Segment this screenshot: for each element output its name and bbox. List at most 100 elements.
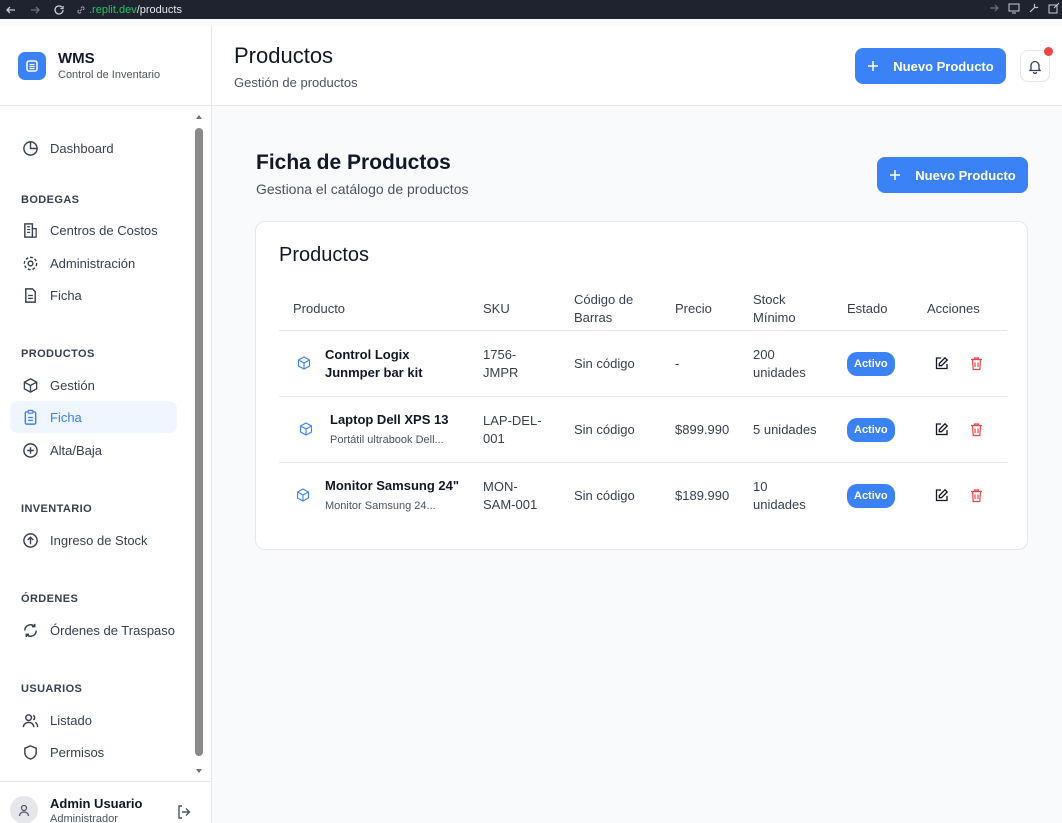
package-icon — [23, 377, 38, 393]
brand-subtitle: Control de Inventario — [58, 69, 161, 81]
url-host: .replit.dev — [89, 3, 137, 16]
min-stock-cell: 200 unidades — [753, 347, 806, 380]
forward-icon[interactable] — [28, 3, 42, 17]
monitor-icon[interactable] — [1008, 2, 1020, 14]
sidebar-item-label: Ficha — [50, 287, 82, 303]
sidebar-item-listado[interactable]: Listado — [10, 704, 177, 736]
table-row[interactable]: Control Logix Junmper bar kit 1756-JMPR … — [279, 331, 1007, 397]
price-cell: - — [675, 356, 680, 371]
brand-title: WMS — [58, 50, 95, 67]
section-label-usuarios: USUARIOS — [21, 683, 83, 695]
sidebar-item-label: Órdenes de Traspaso — [50, 622, 176, 638]
user-panel: Admin Usuario Administrador — [0, 781, 212, 823]
column-header[interactable]: Código de Barras — [574, 287, 644, 331]
top-header: Productos Gestión de productos Nuevo Pro… — [212, 26, 1062, 106]
sidebar-item-gestion[interactable]: Gestión — [10, 369, 177, 401]
scroll-down-icon[interactable] — [194, 766, 204, 776]
back-icon[interactable] — [4, 3, 18, 17]
bell-icon — [1028, 60, 1042, 74]
edit-icon[interactable] — [934, 356, 949, 371]
avatar[interactable] — [10, 796, 38, 823]
sidebar-item-administracion[interactable]: Administración — [10, 247, 177, 279]
wrench-icon[interactable] — [1028, 2, 1040, 14]
barcode-cell: Sin código — [574, 356, 635, 371]
table-row[interactable]: Laptop Dell XPS 13 Portátil ultrabook Del… — [279, 397, 1007, 463]
column-header[interactable]: Precio — [675, 287, 712, 331]
edit-icon[interactable] — [934, 488, 949, 503]
table-header: Producto SKU Código de Barras Precio Sto… — [279, 287, 1007, 331]
warehouse-logo-icon — [18, 51, 46, 80]
trash-icon[interactable] — [969, 356, 984, 371]
product-description: Monitor Samsung 24... — [325, 500, 436, 512]
column-header[interactable]: Estado — [847, 287, 887, 331]
gear-icon — [23, 256, 38, 270]
table-row[interactable]: Monitor Samsung 24" Monitor Samsung 24...… — [279, 463, 1007, 529]
new-product-button[interactable]: Nuevo Producto — [855, 48, 1006, 84]
refresh-icon — [24, 623, 37, 637]
plus-icon — [868, 61, 879, 71]
section-label-inventario: INVENTARIO — [21, 503, 93, 515]
shield-icon — [24, 744, 37, 760]
sku-cell: LAP-DEL-001 — [483, 413, 542, 446]
product-name: Monitor Samsung 24" — [325, 478, 460, 493]
sidebar-item-dashboard[interactable]: Dashboard — [10, 132, 177, 164]
sidebar-item-ficha-bodegas[interactable]: Ficha — [10, 279, 177, 311]
url-path: /products — [136, 3, 182, 16]
sidebar-item-label: Alta/Baja — [50, 442, 103, 458]
clipboard-icon — [24, 409, 37, 425]
edit-icon[interactable] — [934, 422, 949, 437]
reload-icon[interactable] — [52, 3, 66, 17]
products-card: Productos Producto SKU Código de Barras … — [255, 221, 1028, 550]
column-header[interactable]: Acciones — [927, 287, 980, 331]
building-icon — [24, 222, 37, 238]
sidebar-item-label: Ficha — [50, 409, 82, 425]
product-description: Portátil ultrabook Dell... — [330, 434, 444, 446]
sidebar-item-label: Ingreso de Stock — [50, 532, 148, 548]
sku-cell: 1756-JMPR — [483, 347, 519, 380]
package-icon — [299, 422, 313, 436]
section-title: Ficha de Productos — [256, 151, 451, 174]
section-label-productos: PRODUCTOS — [21, 348, 95, 360]
notifications-button[interactable] — [1020, 47, 1053, 82]
product-name: Control Logix Junmper bar kit — [325, 347, 423, 380]
sidebar-scrollbar[interactable] — [193, 106, 205, 781]
address-bar[interactable]: .replit.dev/products — [76, 4, 182, 16]
new-product-button-label: Nuevo Producto — [915, 167, 1016, 183]
sidebar-item-centros-de-costos[interactable]: Centros de Costos — [10, 214, 177, 246]
new-product-button-main[interactable]: Nuevo Producto — [877, 157, 1028, 193]
sidebar-item-alta-baja[interactable]: Alta/Baja — [10, 434, 177, 466]
new-product-button-label: Nuevo Producto — [893, 58, 994, 74]
trash-icon[interactable] — [969, 488, 984, 503]
plus-icon — [890, 170, 901, 180]
sidebar-item-label: Gestión — [50, 377, 95, 393]
user-icon — [18, 804, 30, 817]
sidebar-item-label: Dashboard — [50, 140, 114, 156]
column-header[interactable]: Stock Mínimo — [753, 287, 808, 331]
sidebar-item-ingreso-de-stock[interactable]: Ingreso de Stock — [10, 524, 177, 556]
forward-small-icon[interactable] — [988, 2, 1000, 14]
user-role: Administrador — [50, 813, 118, 823]
scroll-thumb[interactable] — [195, 128, 203, 756]
status-badge: Activo — [847, 418, 895, 442]
min-stock-cell: 5 unidades — [753, 422, 817, 437]
package-icon — [296, 488, 310, 502]
column-header[interactable]: Producto — [293, 287, 345, 331]
sidebar: WMS Control de Inventario Dashboard BODE… — [0, 26, 212, 823]
product-name: Laptop Dell XPS 13 — [330, 412, 449, 427]
logout-icon[interactable] — [176, 804, 192, 820]
sidebar-item-permisos[interactable]: Permisos — [10, 736, 177, 768]
scroll-up-icon[interactable] — [194, 112, 204, 122]
sidebar-item-label: Listado — [50, 712, 92, 728]
trash-icon[interactable] — [969, 422, 984, 437]
plus-circle-icon — [23, 442, 38, 458]
pie-chart-icon — [23, 140, 38, 156]
column-header[interactable]: SKU — [483, 287, 510, 331]
external-link-icon[interactable] — [1048, 2, 1060, 14]
brand: WMS Control de Inventario — [0, 26, 211, 106]
section-label-ordenes: ÓRDENES — [21, 593, 79, 605]
sidebar-item-ordenes-de-traspaso[interactable]: Órdenes de Traspaso — [10, 614, 177, 646]
section-subtitle: Gestiona el catálogo de productos — [256, 181, 469, 197]
users-icon — [22, 713, 39, 727]
sidebar-item-ficha-productos[interactable]: Ficha — [10, 401, 177, 433]
browser-bar: .replit.dev/products — [0, 0, 1062, 19]
